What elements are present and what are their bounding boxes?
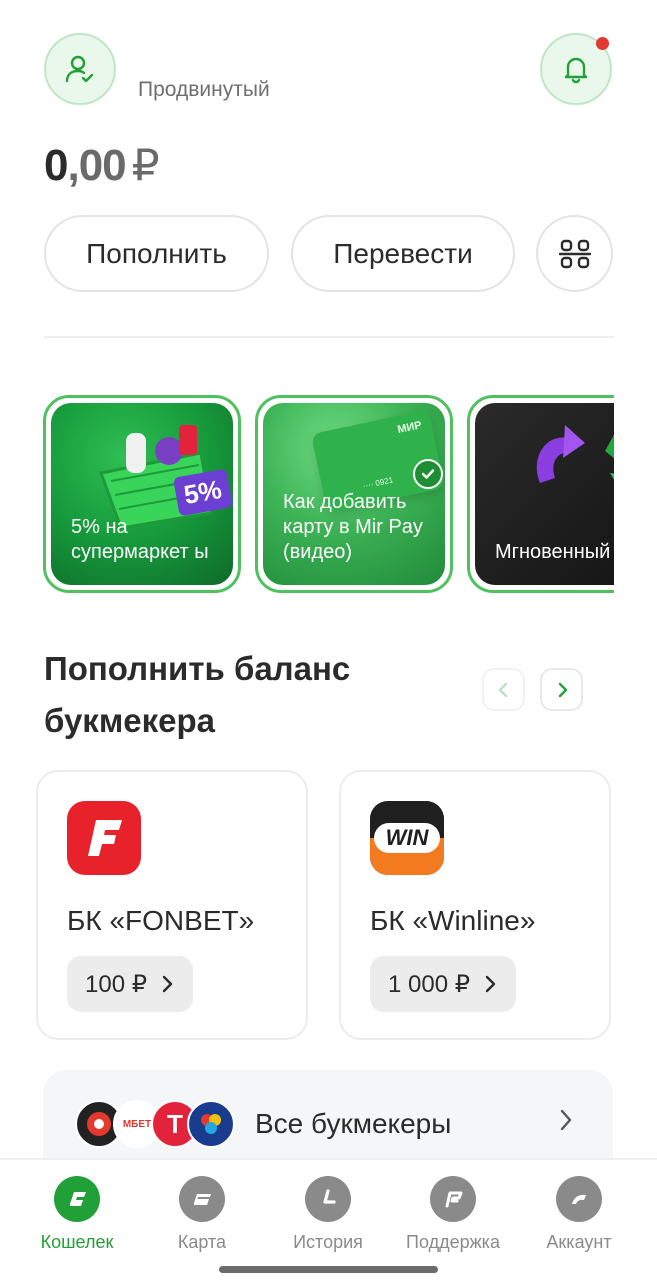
chevron-right-icon	[485, 975, 496, 993]
header: Продвинутый	[0, 0, 657, 140]
tab-label: Кошелек	[40, 1232, 114, 1252]
bookmaker-card-fonbet[interactable]: БК «FONBET» 100 ₽	[36, 770, 308, 1040]
balance-decimal: ,00	[67, 141, 126, 190]
history-icon	[305, 1176, 351, 1222]
bookmaker-name: БК «FONBET»	[67, 905, 255, 936]
card-brand: МИР	[396, 419, 423, 437]
user-check-icon	[65, 55, 94, 83]
tab-history[interactable]: История	[268, 1176, 388, 1253]
balance-currency: ₽	[131, 141, 160, 190]
carousel-next-button[interactable]	[540, 668, 583, 711]
story-image: Мгновенный платеж	[475, 403, 614, 585]
amount-label: 1 000 ₽	[388, 970, 470, 998]
qr-scan-icon	[558, 239, 591, 268]
story-instant-payment[interactable]: Мгновенный платеж	[467, 395, 614, 593]
story-text: Мгновенный платеж	[495, 541, 614, 563]
story-text: 5% на супермаркет ы	[71, 516, 209, 563]
tab-card[interactable]: Карта	[142, 1176, 262, 1253]
card-number: ···· 0921	[361, 475, 394, 491]
story-image: 5% 5% на супермаркет ы	[51, 403, 233, 585]
divider	[44, 336, 614, 338]
carousel-prev-button[interactable]	[482, 668, 525, 711]
section-title: Пополнить баланс букмекера	[44, 650, 351, 739]
notifications-button[interactable]	[540, 33, 612, 105]
tab-wallet[interactable]: Кошелек	[17, 1176, 137, 1253]
fonbet-logo	[67, 801, 141, 875]
sport-logo	[187, 1100, 235, 1148]
bookmaker-logos-stack: МБЕТ Т	[75, 1100, 235, 1148]
bottom-tab-bar: Кошелек Карта История Поддержка Аккаунт	[0, 1158, 657, 1280]
story-text: Как добавить карту в Mir Pay (видео)	[283, 491, 423, 563]
stories-carousel: 5% 5% на супермаркет ы МИР ···· 0921 Как…	[43, 395, 614, 595]
chevron-left-icon	[498, 682, 507, 697]
bookmaker-amount-button[interactable]: 100 ₽	[67, 956, 193, 1012]
bell-icon	[564, 57, 588, 84]
chevron-right-icon	[162, 975, 173, 993]
bookmaker-name: БК «Winline»	[370, 905, 536, 936]
wallet-icon	[54, 1176, 100, 1222]
support-icon	[430, 1176, 476, 1222]
topup-button[interactable]: Пополнить	[44, 215, 269, 292]
qr-scan-button[interactable]	[536, 215, 613, 292]
check-circle-icon	[413, 459, 443, 489]
story-supermarket[interactable]: 5% 5% на супермаркет ы	[43, 395, 241, 593]
tab-support[interactable]: Поддержка	[393, 1176, 513, 1253]
all-bookmakers-label: Все букмекеры	[255, 1108, 452, 1139]
bookmaker-card-winline[interactable]: WIN БК «Winline» 1 000 ₽	[339, 770, 611, 1040]
amount-label: 100 ₽	[85, 970, 147, 998]
notification-badge	[596, 37, 609, 50]
account-icon	[556, 1176, 602, 1222]
transfer-button[interactable]: Перевести	[291, 215, 515, 292]
tab-label: История	[293, 1232, 363, 1252]
tab-label: Аккаунт	[546, 1232, 612, 1252]
winline-logo: WIN	[370, 801, 444, 875]
home-indicator	[219, 1266, 438, 1273]
chevron-right-icon	[560, 1109, 572, 1131]
story-image: МИР ···· 0921 Как добавить карту в Mir P…	[263, 403, 445, 585]
story-mir-pay[interactable]: МИР ···· 0921 Как добавить карту в Mir P…	[255, 395, 453, 593]
account-status-label: Продвинутый	[138, 78, 270, 101]
wallet-actions: Пополнить Перевести	[44, 215, 614, 293]
tab-label: Поддержка	[406, 1232, 500, 1252]
card-icon	[179, 1176, 225, 1222]
balance-integer: 0	[44, 141, 69, 190]
tab-label: Карта	[177, 1232, 227, 1252]
winline-logo-text: WIN	[374, 823, 440, 853]
wallet-balance: 0,00 ₽	[44, 140, 160, 191]
tab-account[interactable]: Аккаунт	[519, 1176, 639, 1253]
profile-button[interactable]	[44, 33, 116, 105]
bookmaker-amount-button[interactable]: 1 000 ₽	[370, 956, 516, 1012]
chevron-right-icon	[558, 682, 567, 697]
